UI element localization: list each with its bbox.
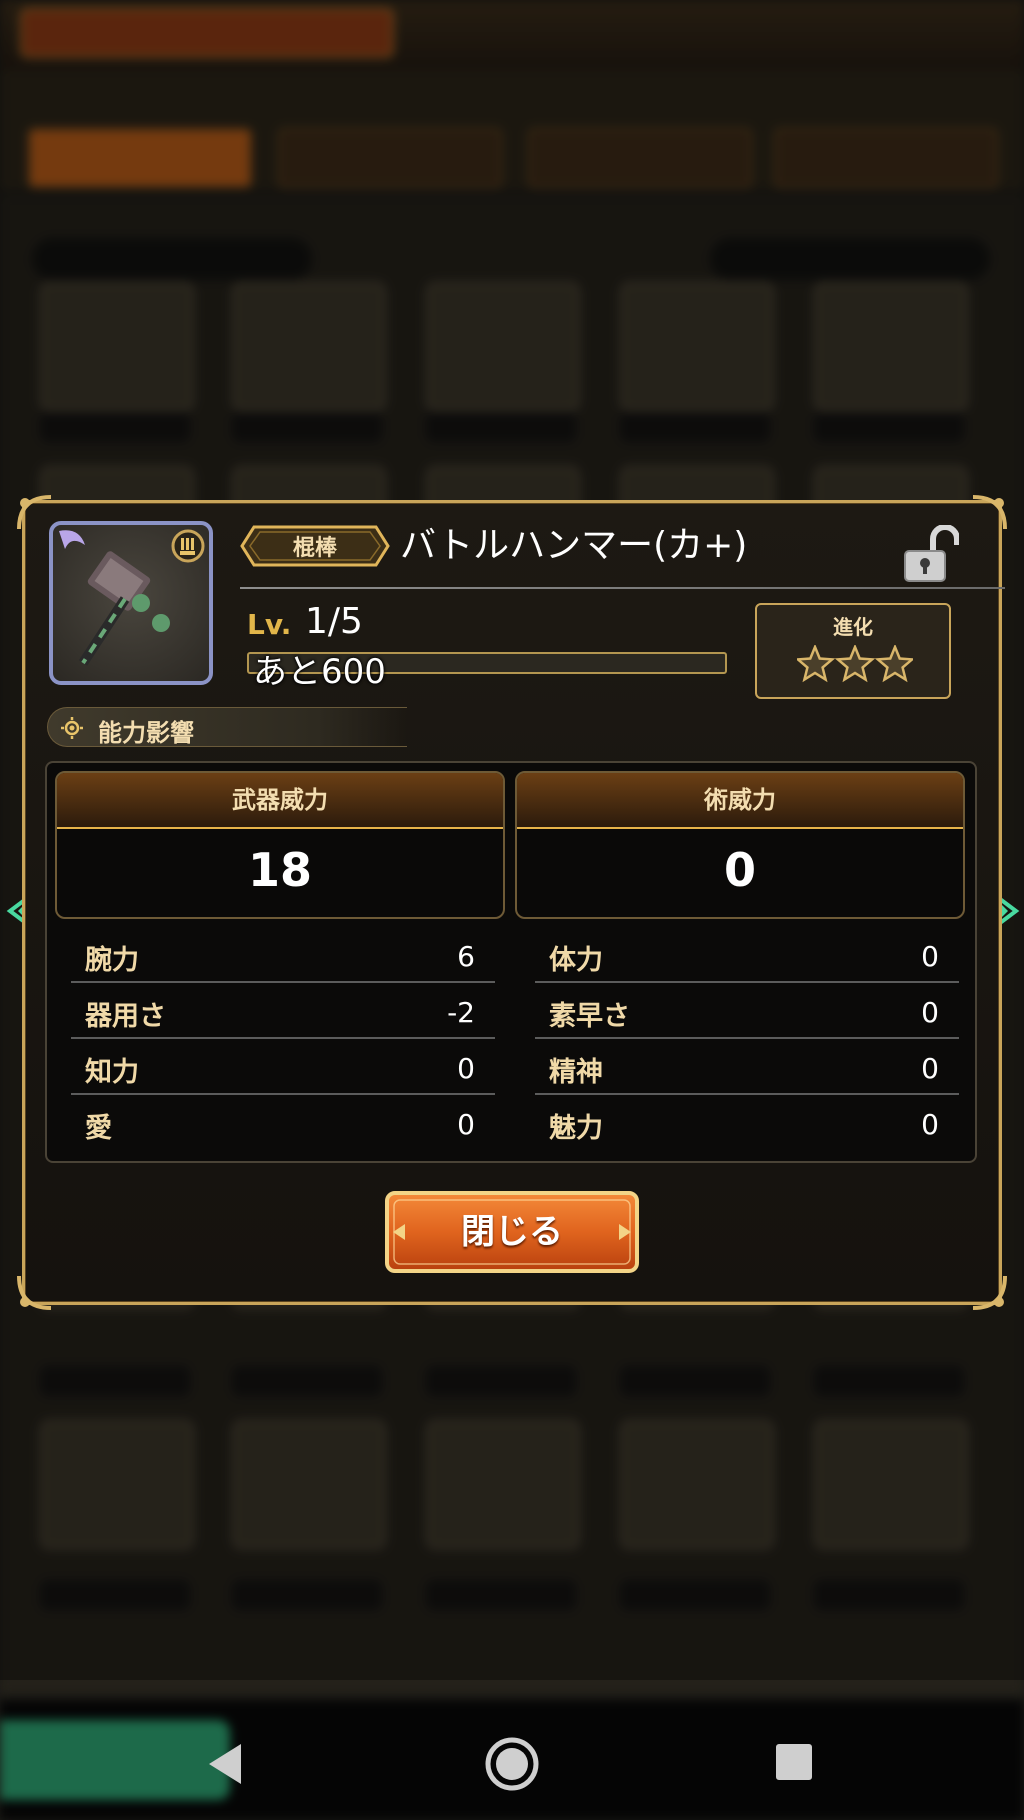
section-header: 能力影響 xyxy=(47,707,407,747)
stat-divider xyxy=(535,1037,959,1039)
section-title: 能力影響 xyxy=(98,719,194,747)
stat-divider xyxy=(71,1093,495,1095)
nav-home-icon[interactable] xyxy=(484,1736,540,1792)
weapon-type-label: 棍棒 xyxy=(292,536,337,561)
stat-label-vitality: 体力 xyxy=(549,945,603,976)
weapon-power-box: 武器威力 18 xyxy=(55,771,505,919)
stat-divider xyxy=(535,981,959,983)
stat-divider xyxy=(71,1037,495,1039)
name-divider xyxy=(240,587,1005,589)
background-back-button xyxy=(0,1720,230,1800)
weapon-power-value: 18 xyxy=(247,843,312,897)
item-name: バトルハンマー(カ+) xyxy=(400,525,748,566)
stat-label-strength: 腕力 xyxy=(85,945,139,976)
corner-ornament-icon xyxy=(972,495,1007,530)
stat-label-love: 愛 xyxy=(85,1113,112,1144)
stat-divider xyxy=(535,1093,959,1095)
spell-power-label: 術威力 xyxy=(517,773,963,829)
stat-label-dexterity: 器用さ xyxy=(85,1001,166,1032)
evolution-stars xyxy=(797,645,913,683)
item-detail-modal: 棍棒 バトルハンマー(カ+) Lv. 1/5 あと600 進化 能力影響 武器威… xyxy=(17,495,1007,1310)
unlocked-padlock-icon[interactable] xyxy=(903,525,959,585)
stat-value-dexterity: -2 xyxy=(447,996,475,1029)
evolution-panel: 進化 xyxy=(755,603,951,699)
stat-value-agility: 0 xyxy=(921,996,939,1029)
item-thumbnail xyxy=(49,521,213,685)
corner-ornament-icon xyxy=(17,495,52,530)
stat-label-spirit: 精神 xyxy=(549,1057,603,1088)
stat-value-vitality: 0 xyxy=(921,940,939,973)
stat-divider xyxy=(71,981,495,983)
weapon-category-badge-icon xyxy=(171,529,205,563)
evolution-label: 進化 xyxy=(833,615,873,639)
stat-label-charm: 魅力 xyxy=(549,1113,603,1144)
nav-back-icon[interactable] xyxy=(205,1742,245,1786)
weapon-power-label: 武器威力 xyxy=(57,773,503,829)
star-outline-icon xyxy=(834,645,876,683)
gear-sun-icon xyxy=(61,717,83,739)
corner-ornament-icon xyxy=(17,1275,52,1310)
spell-power-value: 0 xyxy=(723,843,756,897)
star-outline-icon xyxy=(797,645,836,683)
star-outline-icon xyxy=(874,645,913,683)
level-value: 1/5 xyxy=(305,601,363,642)
spell-power-box: 術威力 0 xyxy=(515,771,965,919)
stat-value-intelligence: 0 xyxy=(457,1052,475,1085)
stats-panel: 武器威力 18 術威力 0 腕力 6 器用さ -2 知力 0 愛 0 体力 0 … xyxy=(45,761,977,1163)
close-button-label: 閉じる xyxy=(461,1212,563,1252)
stat-value-love: 0 xyxy=(457,1108,475,1141)
stat-label-intelligence: 知力 xyxy=(85,1057,139,1088)
stat-value-strength: 6 xyxy=(457,940,475,973)
exp-remaining-text: あと600 xyxy=(253,652,386,692)
corner-ornament-icon xyxy=(972,1275,1007,1310)
stat-value-spirit: 0 xyxy=(921,1052,939,1085)
stat-value-charm: 0 xyxy=(921,1108,939,1141)
close-button[interactable]: 閉じる xyxy=(383,1189,641,1275)
nav-recent-apps-icon[interactable] xyxy=(776,1744,812,1780)
weapon-type-tag: 棍棒 xyxy=(240,525,390,567)
level-label: Lv. xyxy=(247,608,292,641)
stat-label-agility: 素早さ xyxy=(549,1001,630,1032)
